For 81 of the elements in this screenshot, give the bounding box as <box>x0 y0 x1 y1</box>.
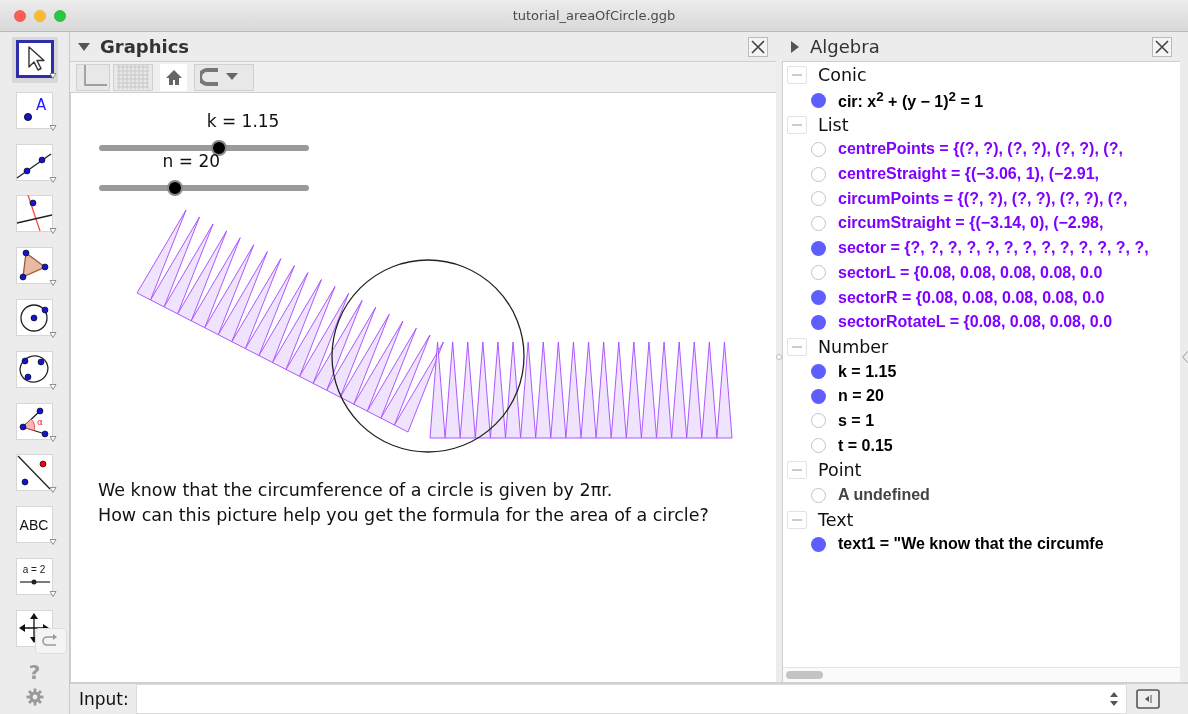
input-field[interactable] <box>135 684 1127 714</box>
object-definition[interactable]: A undefined <box>838 486 930 505</box>
visibility-toggle[interactable] <box>811 166 826 182</box>
object-definition[interactable]: sectorRotateL = {0.08, 0.08, 0.08, 0.0 <box>838 313 1113 332</box>
circle-icon <box>15 299 57 339</box>
line-icon <box>15 143 57 184</box>
visibility-toggle[interactable] <box>811 314 826 330</box>
minus-icon <box>792 469 802 472</box>
object-definition[interactable]: sector = {?, ?, ?, ?, ?, ?, ?, ?, ?, ?, ?, ?, ?, <box>838 239 1149 258</box>
collapse-toggle[interactable] <box>787 66 807 85</box>
visibility-toggle[interactable] <box>811 92 826 108</box>
window-title: tutorial_areaOfCircle.ggb <box>512 8 676 23</box>
group-label: Text <box>818 509 854 530</box>
slider-track[interactable] <box>99 180 309 196</box>
visibility-toggle[interactable] <box>811 191 826 207</box>
scrollbar-thumb[interactable] <box>786 671 823 679</box>
object-definition[interactable]: n = 20 <box>838 387 884 406</box>
object-definition[interactable]: sectorL = {0.08, 0.08, 0.08, 0.08, 0.0 <box>838 263 1103 282</box>
minus-icon <box>792 74 802 77</box>
text-line: How can this picture help you get the formula for the area of a circle? <box>98 505 709 525</box>
object-definition[interactable]: circumPoints = {(?, ?), (?, ?), (?, ?), (?, <box>838 189 1128 208</box>
history-stepper-icon[interactable] <box>1109 692 1118 706</box>
pointer-icon <box>15 40 57 80</box>
group-label: Point <box>818 460 862 481</box>
visibility-toggle[interactable] <box>811 240 826 256</box>
object-definition[interactable]: centreStraight = {(−3.06, 1), (−2.91, <box>838 165 1099 184</box>
axes-toggle[interactable] <box>76 63 110 91</box>
slider-thumb[interactable] <box>210 140 227 156</box>
graphics-title: Graphics <box>100 36 190 57</box>
object-definition[interactable]: t = 0.15 <box>838 436 893 455</box>
visibility-toggle[interactable] <box>811 388 826 404</box>
slider-thumb[interactable] <box>166 180 183 196</box>
object-definition[interactable]: text1 = "We know that the circumfe <box>838 535 1104 554</box>
line-point-icon <box>15 454 57 495</box>
group-label: Number <box>818 336 889 357</box>
visibility-toggle[interactable] <box>811 265 826 281</box>
object-definition[interactable]: s = 1 <box>838 411 875 430</box>
perpendicular-line-icon <box>15 195 57 236</box>
collapse-toggle[interactable] <box>787 337 807 356</box>
home-button[interactable] <box>160 63 187 91</box>
collapse-toggle[interactable] <box>787 115 807 134</box>
visibility-toggle[interactable] <box>811 141 826 157</box>
splitter-handle-icon[interactable] <box>776 354 782 360</box>
collapse-toggle[interactable] <box>787 510 807 529</box>
tool-button[interactable] <box>11 37 58 83</box>
grid-icon <box>117 65 149 89</box>
object-definition[interactable]: cir: x$^{2}$ + (y − 1)$^{2}$ = 1 <box>838 88 984 112</box>
home-icon <box>164 68 183 86</box>
visibility-toggle[interactable] <box>811 536 826 552</box>
close-icon[interactable] <box>748 36 768 57</box>
visibility-toggle[interactable] <box>811 290 826 306</box>
text-line: We know that the circumference of a circle is given by 2πr. <box>98 480 614 500</box>
grid-toggle[interactable] <box>113 63 153 91</box>
minus-icon <box>792 518 802 521</box>
visibility-toggle[interactable] <box>811 438 826 454</box>
visibility-toggle[interactable] <box>811 487 826 503</box>
close-window-button[interactable] <box>14 9 26 22</box>
object-definition[interactable]: circumStraight = {(−3.14, 0), (−2.98, <box>838 214 1104 233</box>
ellipse-icon <box>15 350 57 391</box>
object-definition[interactable]: k = 1.15 <box>838 362 897 381</box>
slider-label: k = 1.15 <box>206 111 280 131</box>
visibility-toggle[interactable] <box>811 215 826 231</box>
minus-icon <box>792 345 802 348</box>
group-label: List <box>818 114 849 135</box>
visibility-toggle[interactable] <box>811 413 826 429</box>
point-capture-dropdown[interactable] <box>194 63 254 91</box>
close-icon[interactable] <box>1152 36 1172 57</box>
object-definition[interactable]: sectorR = {0.08, 0.08, 0.08, 0.08, 0.0 <box>838 288 1105 307</box>
object-definition[interactable]: centrePoints = {(?, ?), (?, ?), (?, ?), (?, <box>838 140 1123 159</box>
input-help-button[interactable] <box>1135 689 1160 709</box>
minus-icon <box>792 123 802 126</box>
triangle-icon <box>15 247 57 288</box>
expand-triangle-icon[interactable] <box>790 40 800 53</box>
input-label: Input: <box>79 689 129 709</box>
algebra-title: Algebra <box>810 36 880 57</box>
group-label: Conic <box>818 65 867 86</box>
collapse-triangle-icon[interactable] <box>78 41 90 52</box>
visibility-toggle[interactable] <box>811 364 826 380</box>
slider-track[interactable] <box>99 140 309 156</box>
collapse-toggle[interactable] <box>787 461 807 480</box>
slider-label: n = 20 <box>162 151 221 171</box>
